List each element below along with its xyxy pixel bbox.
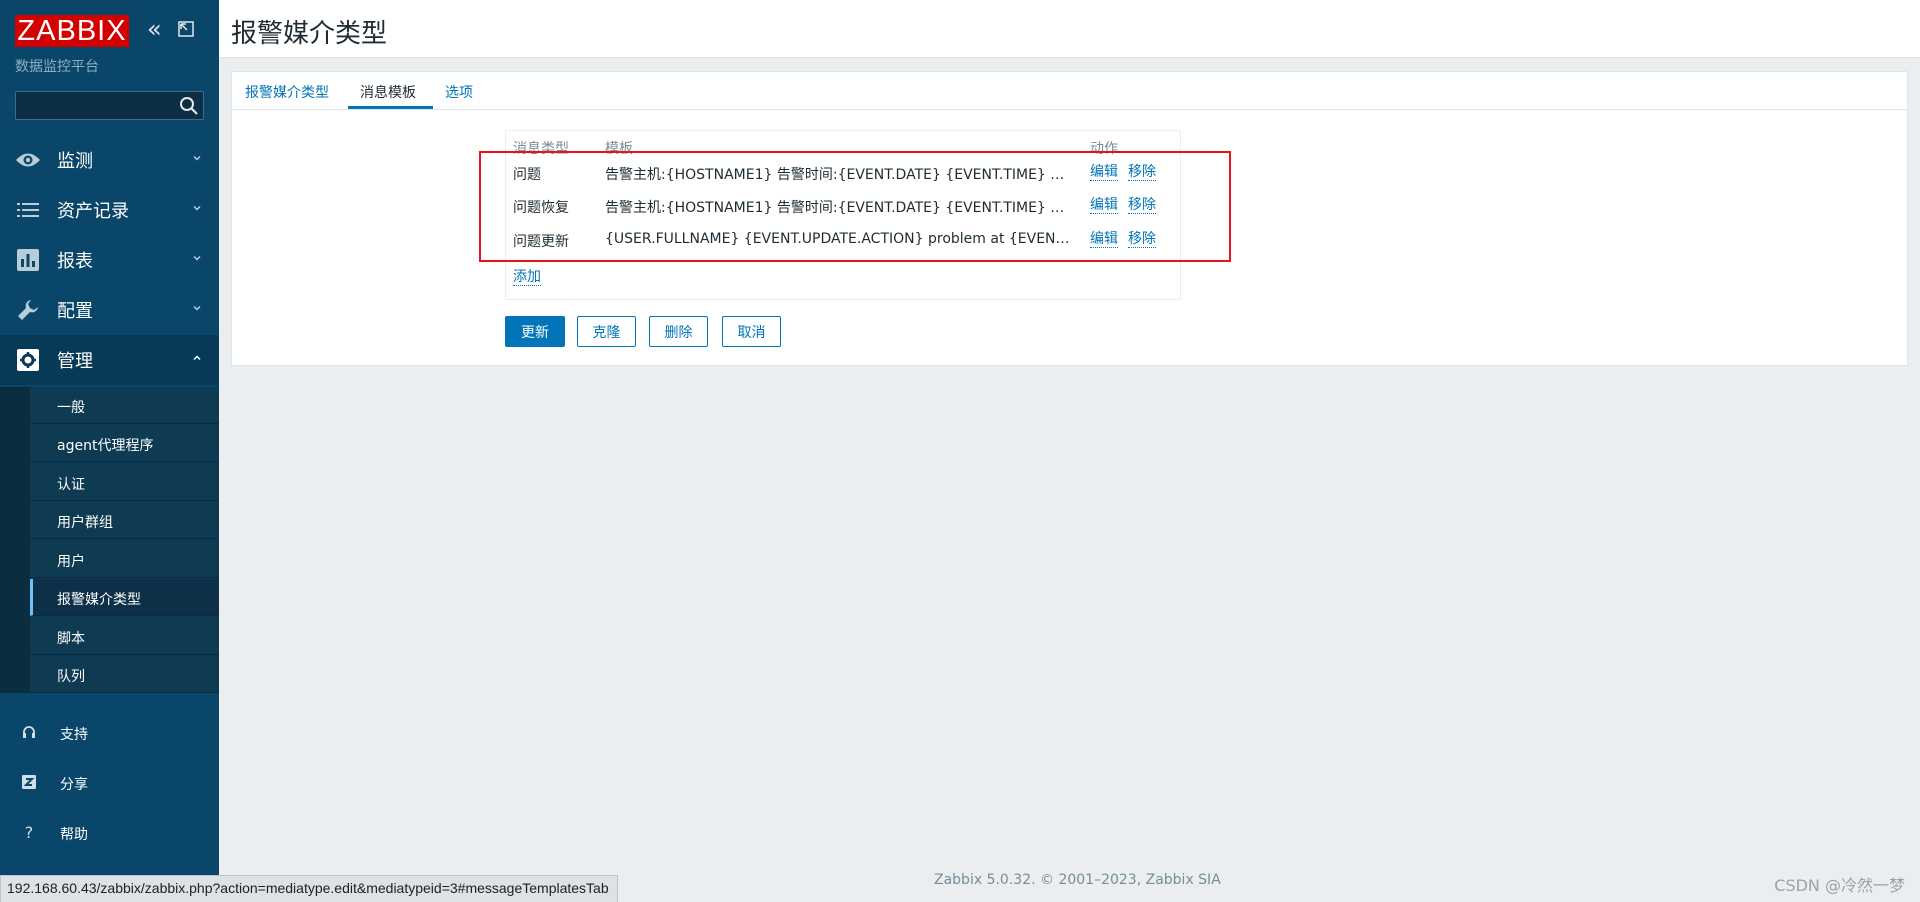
menu-item-label: 配置 xyxy=(57,301,93,322)
headset-icon xyxy=(20,724,38,742)
template-text: 告警主机:{HOSTNAME1} 告警时间:{EVENT.DATE} {EVEN… xyxy=(605,167,1072,183)
submenu-item-general[interactable]: 一般 xyxy=(30,387,219,424)
submenu-item-users[interactable]: 用户 xyxy=(30,541,219,578)
tab-options[interactable]: 选项 xyxy=(445,82,473,102)
menu-item-label: 监测 xyxy=(57,151,93,172)
menu-item-label: 支持 xyxy=(60,727,88,743)
menu-item-inventory[interactable]: 资产记录 xyxy=(0,185,219,235)
submenu-indent-bar xyxy=(0,387,30,693)
delete-button[interactable]: 删除 xyxy=(649,316,708,347)
chevron-down-icon xyxy=(193,155,201,161)
submenu-item-label: 报警媒介类型 xyxy=(57,592,141,608)
kiosk-mode-icon[interactable] xyxy=(177,20,197,40)
submenu-item-proxies[interactable]: agent代理程序 xyxy=(30,425,219,462)
platform-name: 数据监控平台 xyxy=(15,59,99,75)
cancel-button[interactable]: 取消 xyxy=(722,316,781,347)
menu-item-label: 管理 xyxy=(57,351,93,372)
page-title: 报警媒介类型 xyxy=(231,19,388,49)
tab-bar: 报警媒介类型 消息模板 选项 xyxy=(232,72,1907,110)
collapse-sidebar-icon[interactable]: « xyxy=(147,17,171,42)
submenu-item-queue[interactable]: 队列 xyxy=(30,656,219,693)
message-type: 问题恢复 xyxy=(513,200,569,216)
template-text: 告警主机:{HOSTNAME1} 告警时间:{EVENT.DATE} {EVEN… xyxy=(605,200,1072,216)
submenu-item-label: agent代理程序 xyxy=(57,438,154,454)
menu-item-label: 分享 xyxy=(60,777,88,793)
menu-item-label: 报表 xyxy=(57,251,93,272)
column-header-type: 消息类型 xyxy=(513,141,569,157)
wrench-icon xyxy=(15,298,41,322)
chevron-up-icon xyxy=(193,355,201,361)
column-header-actions: 动作 xyxy=(1090,141,1118,157)
status-bar-url: 192.168.60.43/zabbix/zabbix.php?action=m… xyxy=(0,875,618,902)
bar-chart-icon xyxy=(15,248,41,272)
edit-link[interactable]: 编辑 xyxy=(1090,231,1118,248)
menu-item-share[interactable]: 分享 xyxy=(0,758,219,808)
edit-link[interactable]: 编辑 xyxy=(1090,197,1118,214)
menu-item-help[interactable]: ? 帮助 xyxy=(0,808,219,858)
footer-copyright: Zabbix 5.0.32. © 2001–2023, Zabbix SIA xyxy=(934,872,1221,888)
submenu-item-scripts[interactable]: 脚本 xyxy=(30,618,219,655)
chevron-down-icon xyxy=(193,205,201,211)
share-z-icon xyxy=(20,774,38,792)
table-row: 问题 告警主机:{HOSTNAME1} 告警时间:{EVENT.DATE} {E… xyxy=(506,157,1180,191)
submenu-item-label: 用户群组 xyxy=(57,515,113,531)
main-menu: 监测 资产记录 报表 配置 管理 xyxy=(0,135,219,385)
menu-item-reports[interactable]: 报表 xyxy=(0,235,219,285)
chevron-down-icon xyxy=(193,305,201,311)
update-button[interactable]: 更新 xyxy=(505,316,565,347)
submenu-item-label: 用户 xyxy=(57,554,85,570)
zabbix-logo[interactable]: ZABBIX xyxy=(15,15,129,47)
submenu-item-label: 一般 xyxy=(57,400,85,416)
submenu-item-label: 认证 xyxy=(57,477,85,493)
menu-item-administration[interactable]: 管理 xyxy=(0,335,219,385)
submenu-item-user-groups[interactable]: 用户群组 xyxy=(30,502,219,539)
eye-icon xyxy=(15,148,41,172)
message-templates-table: 消息类型 模板 动作 问题 告警主机:{HOSTNAME1} 告警时间:{EVE… xyxy=(505,130,1181,300)
table-row: 问题更新 {USER.FULLNAME} {EVENT.UPDATE.ACTIO… xyxy=(506,224,1180,258)
remove-link[interactable]: 移除 xyxy=(1128,231,1156,248)
search-field xyxy=(15,91,204,120)
chevron-down-icon xyxy=(193,255,201,261)
message-type: 问题更新 xyxy=(513,234,569,250)
watermark: CSDN @冷然一梦 xyxy=(1774,876,1905,895)
search-input[interactable] xyxy=(16,92,176,119)
add-template-link[interactable]: 添加 xyxy=(513,269,541,286)
menu-item-label: 资产记录 xyxy=(57,201,129,222)
submenu-item-media-types[interactable]: 报警媒介类型 xyxy=(30,579,219,616)
submenu-item-label: 脚本 xyxy=(57,631,85,647)
tab-message-templates[interactable]: 消息模板 xyxy=(360,82,416,102)
template-text: {USER.FULLNAME} {EVENT.UPDATE.ACTION} pr… xyxy=(605,231,1072,247)
menu-item-support[interactable]: 支持 xyxy=(0,708,219,758)
menu-item-configuration[interactable]: 配置 xyxy=(0,285,219,335)
table-row: 问题恢复 告警主机:{HOSTNAME1} 告警时间:{EVENT.DATE} … xyxy=(506,190,1180,224)
help-icon: ? xyxy=(24,823,34,842)
administration-submenu: 一般 agent代理程序 认证 用户群组 用户 报警媒介类型 脚本 队列 xyxy=(0,387,219,693)
remove-link[interactable]: 移除 xyxy=(1128,197,1156,214)
column-header-template: 模板 xyxy=(605,141,633,157)
search-icon[interactable] xyxy=(179,96,199,116)
list-icon xyxy=(15,198,41,222)
media-type-form: 报警媒介类型 消息模板 选项 消息类型 模板 动作 问题 告警主机:{HOSTN… xyxy=(231,71,1908,366)
clone-button[interactable]: 克隆 xyxy=(577,316,636,347)
submenu-item-authentication[interactable]: 认证 xyxy=(30,464,219,501)
message-type: 问题 xyxy=(513,167,541,183)
active-tab-indicator xyxy=(348,106,433,109)
page-header: 报警媒介类型 xyxy=(219,0,1920,58)
tab-media-type[interactable]: 报警媒介类型 xyxy=(245,82,329,102)
menu-item-monitoring[interactable]: 监测 xyxy=(0,135,219,185)
edit-link[interactable]: 编辑 xyxy=(1090,164,1118,181)
gear-icon xyxy=(15,348,41,372)
bottom-menu: 支持 分享 ? 帮助 xyxy=(0,708,219,858)
submenu-item-label: 队列 xyxy=(57,669,85,685)
menu-item-label: 帮助 xyxy=(60,827,88,843)
sidebar: ZABBIX « 数据监控平台 监测 资产记录 报表 配置 管理 一般 agen… xyxy=(0,0,219,902)
remove-link[interactable]: 移除 xyxy=(1128,164,1156,181)
